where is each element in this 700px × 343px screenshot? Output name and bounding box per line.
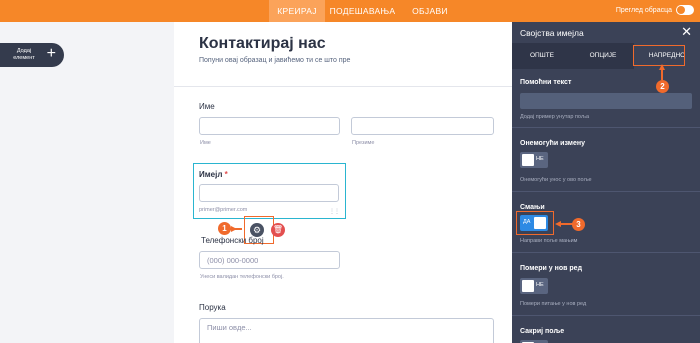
tab-settings[interactable]: ПОДЕШАВАЊА <box>325 0 400 22</box>
tab-create[interactable]: КРЕИРАЈ <box>269 0 325 22</box>
divider <box>512 315 700 316</box>
shrink-toggle-label: ДА <box>523 219 531 225</box>
message-label: Порука <box>199 303 226 312</box>
divider <box>512 252 700 253</box>
preview-form-toggle[interactable]: Преглед обрасца <box>616 5 694 15</box>
disable-edit-toggle-label: НЕ <box>536 156 544 162</box>
close-icon[interactable]: ✕ <box>681 24 692 40</box>
panel-title: Својства имејла <box>520 28 584 38</box>
callout-3-line <box>561 223 573 225</box>
new-row-toggle-label: НЕ <box>536 282 544 288</box>
shrink-desc: Направи поље мањим <box>520 238 578 244</box>
divider <box>512 191 700 192</box>
shrink-toggle[interactable]: ДА <box>520 215 548 231</box>
plus-icon: + <box>46 45 56 62</box>
trash-icon[interactable]: 🗑 <box>271 223 285 237</box>
first-name-input[interactable] <box>199 117 340 135</box>
advanced-tab-highlight-box <box>633 45 685 66</box>
hide-field-title: Сакриј поље <box>520 328 565 335</box>
phone-input[interactable]: (000) 000-0000 <box>199 251 340 269</box>
toggle-knob <box>534 217 546 229</box>
callout-2-arrow <box>659 64 665 70</box>
form-header[interactable]: Контактирај нас Попуни овај образац и ја… <box>174 22 512 87</box>
new-row-title: Помери у нов ред <box>520 265 583 272</box>
preview-switch[interactable] <box>676 5 694 15</box>
top-bar: КРЕИРАЈ ПОДЕШАВАЊА ОБЈАВИ Преглед обрасц… <box>0 0 700 22</box>
tab-general[interactable]: ОПШТЕ <box>512 43 572 69</box>
gear-icon[interactable]: ⚙ <box>250 223 264 237</box>
resize-handle-icon[interactable]: ⋮⋮ <box>329 208 340 215</box>
last-name-input[interactable] <box>351 117 494 135</box>
add-element-label: Додај елемент <box>13 48 35 61</box>
divider <box>512 127 700 128</box>
new-row-toggle[interactable]: НЕ <box>520 278 548 294</box>
callout-1-line <box>230 228 242 230</box>
email-input[interactable] <box>199 184 339 202</box>
phone-placeholder: (000) 000-0000 <box>207 256 259 265</box>
disable-edit-toggle[interactable]: НЕ <box>520 152 548 168</box>
last-name-sublabel: Презиме <box>352 140 375 146</box>
email-label: Имејл * <box>199 170 228 179</box>
disable-edit-desc: Онемогући унос у ово поље <box>520 177 592 183</box>
callout-3-arrow <box>555 221 561 227</box>
form-subtitle: Попуни овај образац и јавићемо ти се што… <box>199 57 351 64</box>
add-element-button[interactable]: Додај елемент + <box>0 43 64 67</box>
required-mark: * <box>224 170 228 179</box>
properties-panel: Својства имејла ✕ ОПШТЕ ОПЦИЈЕ НАПРЕДНО … <box>512 22 700 343</box>
message-placeholder: Пиши овде... <box>207 323 252 332</box>
tab-options[interactable]: ОПЦИЈЕ <box>572 43 634 69</box>
shrink-title: Смањи <box>520 204 545 211</box>
email-sublabel: primer@primer.com <box>199 207 248 213</box>
toggle-knob <box>522 280 534 292</box>
preview-label: Преглед обрасца <box>615 6 672 14</box>
name-label: Име <box>199 102 215 111</box>
callout-2: 2 <box>656 80 669 93</box>
form-title: Контактирај нас <box>199 35 326 52</box>
disable-edit-title: Онемогући измену <box>520 140 585 147</box>
toggle-knob <box>522 154 534 166</box>
new-row-desc: Помери питање у нов ред <box>520 301 587 307</box>
email-field-selected[interactable]: Имејл * primer@primer.com ⋮⋮ <box>193 163 346 219</box>
first-name-sublabel: Име <box>200 140 211 146</box>
phone-sublabel: Унеси валидан телефонски број. <box>200 274 284 280</box>
callout-3: 3 <box>572 218 585 231</box>
tab-publish[interactable]: ОБЈАВИ <box>400 0 460 22</box>
hint-text-desc: Додај пример унутар поља <box>520 114 589 120</box>
message-textarea[interactable]: Пиши овде... <box>199 318 494 343</box>
phone-label: Телефонски број <box>201 236 264 245</box>
hint-text-title: Помоћни текст <box>520 79 572 86</box>
hint-text-input[interactable] <box>520 93 692 109</box>
